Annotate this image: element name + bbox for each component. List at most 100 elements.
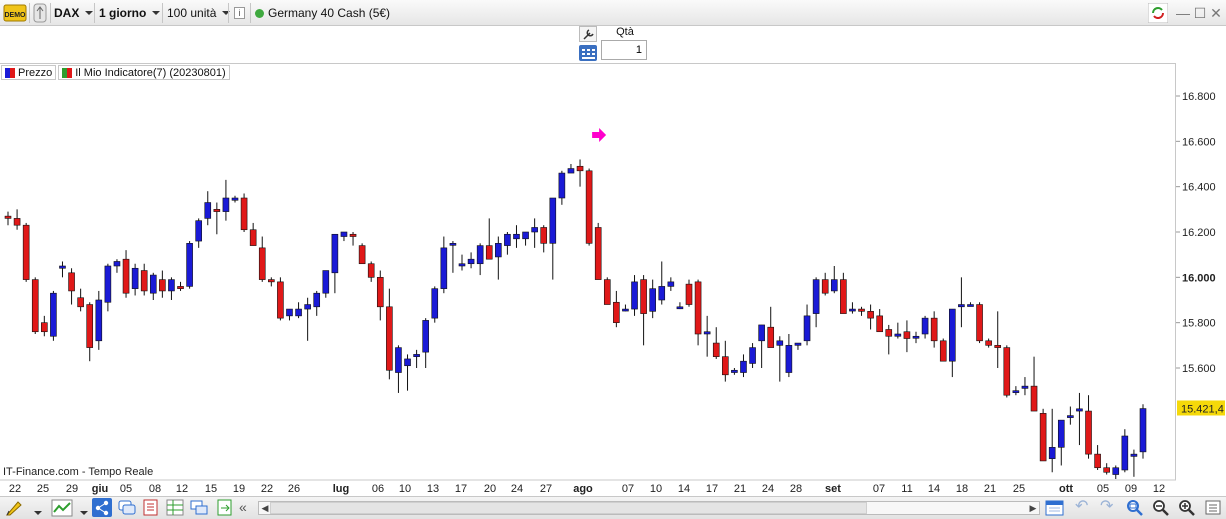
candle-body (1103, 467, 1110, 473)
candle-body (485, 245, 493, 260)
candle-body (540, 227, 548, 244)
x-axis-label: 07 (622, 483, 634, 495)
candle-body (640, 279, 647, 314)
candle-body (68, 272, 75, 292)
candle-body (358, 245, 366, 265)
candle-body (177, 286, 184, 289)
redo-icon[interactable]: ↷ (1100, 499, 1118, 516)
candle-body (1021, 385, 1029, 389)
y-axis-label: 16.200 (1182, 227, 1216, 239)
x-axis-label: ott (1059, 483, 1073, 495)
candle-body (939, 340, 947, 362)
share-icon[interactable] (92, 498, 112, 517)
candle-body (258, 247, 266, 280)
x-axis-label: 29 (66, 483, 78, 495)
candle-body (631, 281, 638, 310)
candle-body (41, 322, 48, 333)
settings-icon[interactable] (1204, 499, 1222, 516)
candle-body (422, 320, 429, 353)
candle-body (1076, 408, 1083, 412)
x-axis-label: 28 (790, 483, 802, 495)
undo-icon[interactable]: ↶ (1075, 499, 1093, 516)
candle-body (195, 220, 202, 242)
candle-body (122, 258, 130, 294)
document-icon[interactable] (142, 499, 160, 516)
candle-body (268, 279, 275, 283)
x-axis-label: 05 (1097, 483, 1109, 495)
legend-price[interactable]: Prezzo (1, 65, 57, 80)
candle-body (131, 267, 139, 289)
candle-body (585, 170, 593, 244)
screens-icon[interactable] (190, 499, 208, 516)
candle-body (1139, 408, 1147, 453)
candle-body (1112, 467, 1120, 475)
export-icon[interactable] (216, 499, 234, 516)
chat-icon[interactable] (118, 499, 136, 516)
candle-body (667, 281, 675, 287)
candle-body (31, 279, 39, 333)
candle-body (113, 261, 121, 267)
x-axis-label: giu (92, 483, 109, 495)
candle-body (803, 315, 811, 342)
candle-body (386, 306, 393, 371)
candle-body (976, 304, 983, 342)
candle-body (685, 283, 693, 305)
legend-price-label: Prezzo (18, 66, 53, 79)
candle-body (440, 247, 448, 289)
candle-body (867, 311, 874, 319)
table-icon[interactable] (166, 499, 184, 516)
candle-body (376, 277, 384, 308)
candle-body (86, 304, 94, 348)
scroll-left-icon[interactable]: ◀ (260, 501, 270, 515)
candle-body (603, 279, 611, 305)
chevron-down-icon[interactable] (33, 504, 43, 519)
chevron-down-icon[interactable] (79, 504, 89, 519)
candle-body (967, 304, 974, 307)
scroll-right-icon[interactable]: ▶ (1028, 501, 1038, 515)
candle-body (785, 345, 793, 373)
candle-body (731, 369, 738, 373)
calendar-icon[interactable] (1045, 499, 1065, 516)
indicator-icon[interactable] (51, 499, 73, 517)
signal-arrow-icon (592, 128, 607, 142)
x-axis-label: 21 (984, 483, 996, 495)
candle-body (930, 317, 938, 342)
candle-body (767, 326, 775, 348)
x-axis-label: lug (333, 483, 350, 495)
candle-body (495, 243, 502, 258)
candle-body (1057, 419, 1065, 448)
rewind-icon[interactable]: « (239, 499, 257, 516)
y-axis-label: 16.800 (1182, 91, 1216, 103)
x-axis-label: 20 (484, 483, 496, 495)
pencil-icon[interactable] (4, 499, 22, 516)
candle-body (249, 229, 257, 246)
candle-body (476, 245, 484, 265)
candle-body (921, 317, 929, 335)
candle-body (1003, 347, 1011, 396)
zoom-in-icon[interactable] (1178, 499, 1196, 516)
candle-body (912, 335, 920, 339)
legend-indicator[interactable]: Il Mio Indicatore(7) (20230801) (58, 65, 230, 80)
candle-body (504, 233, 511, 246)
watermark: IT-Finance.com - Tempo Reale (3, 466, 154, 478)
candle-body (749, 347, 756, 364)
candle-body (794, 342, 802, 346)
x-axis-label: 24 (762, 483, 774, 495)
candle-body (4, 215, 12, 219)
y-axis-label: 16.600 (1182, 136, 1216, 148)
x-axis-label: 17 (455, 483, 467, 495)
x-axis-label: 19 (233, 483, 245, 495)
candle-body (840, 279, 847, 314)
x-axis-label: 18 (956, 483, 968, 495)
zoom-fit-icon[interactable] (1126, 499, 1144, 516)
x-axis-label: 12 (176, 483, 188, 495)
candle-body (513, 233, 520, 240)
y-axis-label: 15.800 (1182, 318, 1216, 330)
x-axis-label: 14 (678, 483, 690, 495)
candle-body (622, 308, 629, 312)
scrollbar-thumb[interactable] (270, 502, 867, 514)
candle-body (467, 258, 475, 265)
y-axis-label: 16.400 (1182, 182, 1216, 194)
zoom-out-icon[interactable] (1152, 499, 1170, 516)
candle-body (776, 340, 784, 346)
